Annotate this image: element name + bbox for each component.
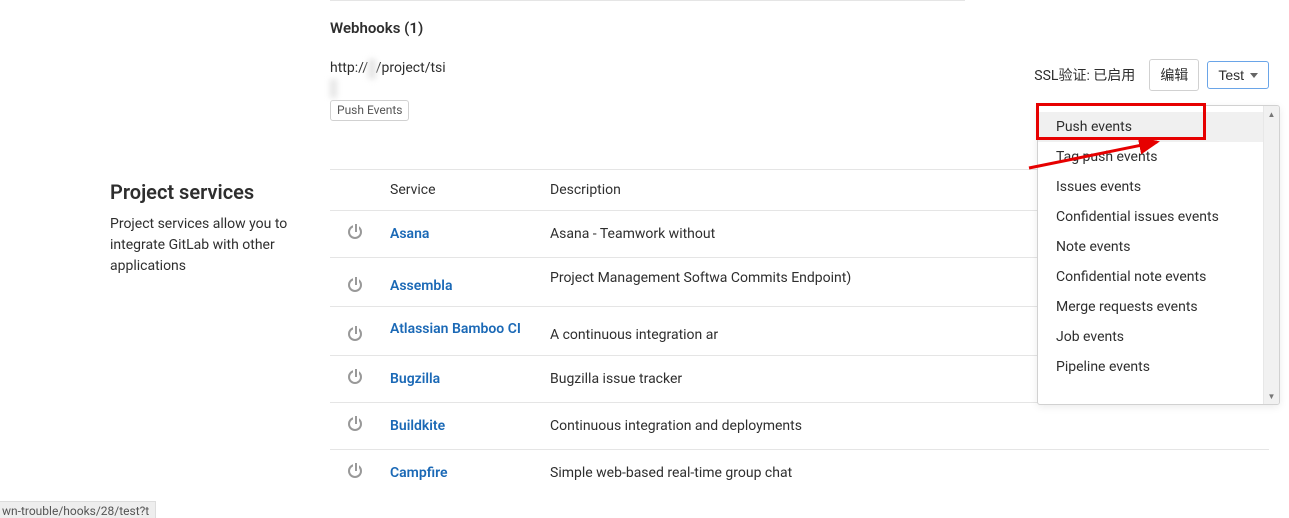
test-dropdown-menu: Push events Tag push events Issues event… bbox=[1037, 105, 1280, 405]
dropdown-item-tag-push-events[interactable]: Tag push events bbox=[1038, 142, 1279, 172]
column-header-service: Service bbox=[390, 182, 550, 198]
webhook-url-mid: /project/tsi bbox=[376, 60, 446, 76]
webhook-url-redacted-1: a bbox=[368, 59, 376, 79]
webhooks-heading: Webhooks (1) bbox=[330, 19, 1269, 37]
dropdown-item-push-events[interactable]: Push events bbox=[1038, 112, 1279, 142]
power-icon bbox=[348, 464, 362, 478]
webhook-url-redacted-3: y bbox=[330, 79, 337, 99]
service-description: Continuous integration and deployments bbox=[550, 418, 1269, 434]
power-icon bbox=[348, 225, 362, 239]
section-divider bbox=[330, 0, 965, 1]
service-link-bugzilla[interactable]: Bugzilla bbox=[390, 371, 440, 387]
table-row: Buildkite Continuous integration and dep… bbox=[330, 402, 1269, 449]
dropdown-item-job-events[interactable]: Job events bbox=[1038, 322, 1279, 352]
dropdown-item-confidential-issues-events[interactable]: Confidential issues events bbox=[1038, 202, 1279, 232]
dropdown-item-pipeline-events[interactable]: Pipeline events bbox=[1038, 352, 1279, 382]
service-link-assembla[interactable]: Assembla bbox=[390, 278, 452, 294]
webhook-url: http://a /project/tsi y Push Events bbox=[330, 59, 446, 121]
service-description: Simple web-based real-time group chat bbox=[550, 465, 1269, 481]
dropdown-item-issues-events[interactable]: Issues events bbox=[1038, 172, 1279, 202]
service-link-buildkite[interactable]: Buildkite bbox=[390, 418, 445, 434]
dropdown-item-note-events[interactable]: Note events bbox=[1038, 232, 1279, 262]
power-icon bbox=[348, 417, 362, 431]
edit-button[interactable]: 编辑 bbox=[1149, 59, 1199, 91]
power-icon bbox=[348, 327, 362, 341]
project-services-heading: Project services bbox=[110, 180, 330, 204]
service-link-asana[interactable]: Asana bbox=[390, 226, 429, 242]
webhook-url-prefix: http:// bbox=[330, 60, 368, 76]
scroll-down-arrow-icon[interactable]: ▼ bbox=[1264, 388, 1279, 404]
scroll-up-arrow-icon[interactable]: ▲ bbox=[1264, 106, 1279, 122]
project-services-description: Project services allow you to integrate … bbox=[110, 214, 330, 277]
dropdown-item-confidential-note-events[interactable]: Confidential note events bbox=[1038, 262, 1279, 292]
power-icon bbox=[348, 278, 362, 292]
service-link-campfire[interactable]: Campfire bbox=[390, 465, 448, 481]
test-button-label: Test bbox=[1218, 67, 1244, 83]
browser-status-bar: wn-trouble/hooks/28/test?t bbox=[0, 501, 156, 518]
dropdown-scrollbar[interactable]: ▲ ▼ bbox=[1263, 106, 1279, 404]
ssl-verification-label: SSL验证: 已启用 bbox=[1034, 65, 1135, 85]
test-dropdown-button[interactable]: Test bbox=[1207, 61, 1269, 89]
webhook-event-badge: Push Events bbox=[330, 100, 409, 121]
service-link-atlassian-bamboo-ci[interactable]: Atlassian Bamboo CI bbox=[390, 321, 521, 337]
power-icon bbox=[348, 370, 362, 384]
chevron-down-icon bbox=[1250, 73, 1258, 78]
dropdown-item-merge-requests-events[interactable]: Merge requests events bbox=[1038, 292, 1279, 322]
table-row: Campfire Simple web-based real-time grou… bbox=[330, 449, 1269, 496]
